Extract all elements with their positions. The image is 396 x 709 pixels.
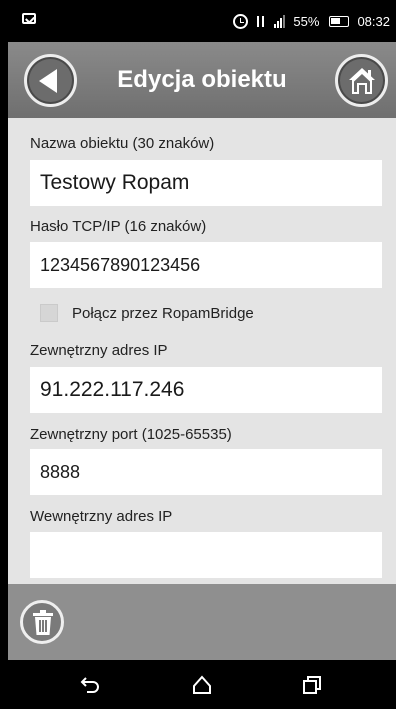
status-bar: 55% 08:32 [8, 0, 396, 42]
app-screen: 55% 08:32 Edycja obiektu Nazwa obiektu (… [8, 0, 396, 709]
battery-percent: 55% [293, 13, 320, 29]
external-ip-input[interactable] [30, 367, 382, 413]
title-bar: Edycja obiektu [8, 42, 396, 118]
external-ip-label: Zewnętrzny adres IP [30, 342, 168, 359]
back-arrow-icon [39, 69, 57, 93]
clock: 08:32 [357, 13, 390, 29]
trash-icon [33, 610, 53, 635]
bridge-checkbox[interactable] [40, 304, 58, 322]
bottom-action-bar [8, 584, 396, 660]
external-port-label: Zewnętrzny port (1025-65535) [30, 426, 232, 443]
bridge-checkbox-row[interactable]: Połącz przez RopamBridge [40, 304, 254, 322]
home-button[interactable] [335, 54, 388, 107]
delete-button[interactable] [20, 600, 64, 644]
notification-icon [22, 13, 36, 24]
data-icon [256, 14, 266, 29]
tcp-password-label: Hasło TCP/IP (16 znaków) [30, 218, 207, 235]
back-nav-icon[interactable] [78, 673, 102, 697]
home-nav-icon[interactable] [190, 673, 214, 697]
object-name-label: Nazwa obiektu (30 znaków) [30, 135, 215, 152]
internal-ip-input[interactable] [30, 532, 382, 578]
recents-nav-icon[interactable] [300, 673, 324, 697]
external-port-input[interactable] [30, 449, 382, 495]
navigation-bar [8, 660, 396, 709]
object-name-input[interactable] [30, 160, 382, 206]
bridge-checkbox-label: Połącz przez RopamBridge [72, 304, 254, 322]
object-edit-form: Nazwa obiektu (30 znaków) Hasło TCP/IP (… [8, 118, 396, 584]
internal-ip-label: Wewnętrzny adres IP [30, 508, 173, 525]
home-icon [349, 68, 375, 94]
alarm-icon [233, 13, 249, 29]
tcp-password-input[interactable] [30, 242, 382, 288]
signal-icon [274, 14, 286, 28]
battery-icon [329, 15, 350, 27]
page-title: Edycja obiektu [117, 66, 287, 93]
back-button[interactable] [24, 54, 77, 107]
